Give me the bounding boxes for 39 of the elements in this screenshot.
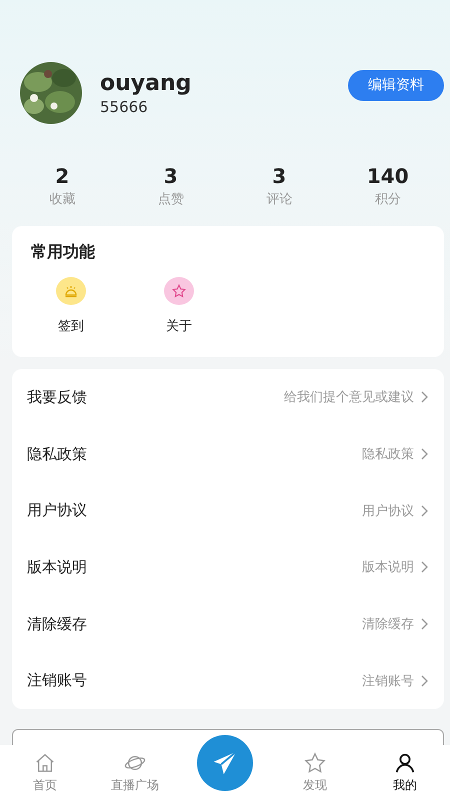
menu-label[interactable]: 隐私政策 (27, 444, 87, 464)
menu-hint: 注销账号 (362, 672, 414, 690)
edit-profile-button[interactable]: 编辑资料 (348, 70, 444, 100)
user-id: 55666 (100, 98, 149, 116)
stat-value: 3 (164, 164, 178, 188)
stat-value: 140 (366, 164, 409, 188)
stat-value: 3 (272, 164, 286, 188)
stat-label: 收藏 (49, 191, 76, 208)
section-title: 常用功能 (31, 242, 96, 263)
menu-hint: 用户协议 (362, 502, 414, 520)
menu-hint: 给我们提个意见或建议 (284, 389, 414, 406)
menu-label[interactable]: 用户协议 (27, 501, 87, 520)
menu-label[interactable]: 我要反馈 (27, 388, 87, 407)
chevron-icon (420, 561, 428, 574)
menu-hint: 清除缓存 (362, 616, 414, 634)
chevron-icon (420, 504, 428, 517)
chevron-icon (420, 674, 428, 687)
chevron-icon (420, 618, 428, 630)
menu-hint: 隐私政策 (362, 446, 414, 464)
stat-label: 积分 (374, 191, 401, 208)
stat-label: 点赞 (158, 191, 184, 208)
nav-tab[interactable]: 发现 (270, 745, 360, 800)
nav-tab[interactable]: 直播广场 (90, 745, 180, 800)
function-item[interactable]: 签到 (45, 277, 97, 335)
user-icon (394, 752, 416, 774)
menu-label[interactable]: 清除缓存 (27, 614, 87, 634)
nav-tab[interactable]: 首页 (0, 745, 90, 800)
chevron-icon (420, 448, 428, 460)
menu-label[interactable]: 版本说明 (27, 558, 87, 577)
nav-tab[interactable]: 我的 (360, 745, 450, 800)
chevron-icon (420, 391, 428, 404)
star-icon (304, 752, 326, 774)
stat-label: 评论 (266, 191, 292, 208)
function-item[interactable]: 关于 (153, 277, 205, 335)
home-icon (34, 752, 56, 774)
stat-value: 2 (55, 164, 70, 188)
menu-label[interactable]: 注销账号 (27, 671, 87, 690)
user-name: ouyang (100, 70, 192, 96)
menu-hint: 版本说明 (362, 559, 414, 576)
